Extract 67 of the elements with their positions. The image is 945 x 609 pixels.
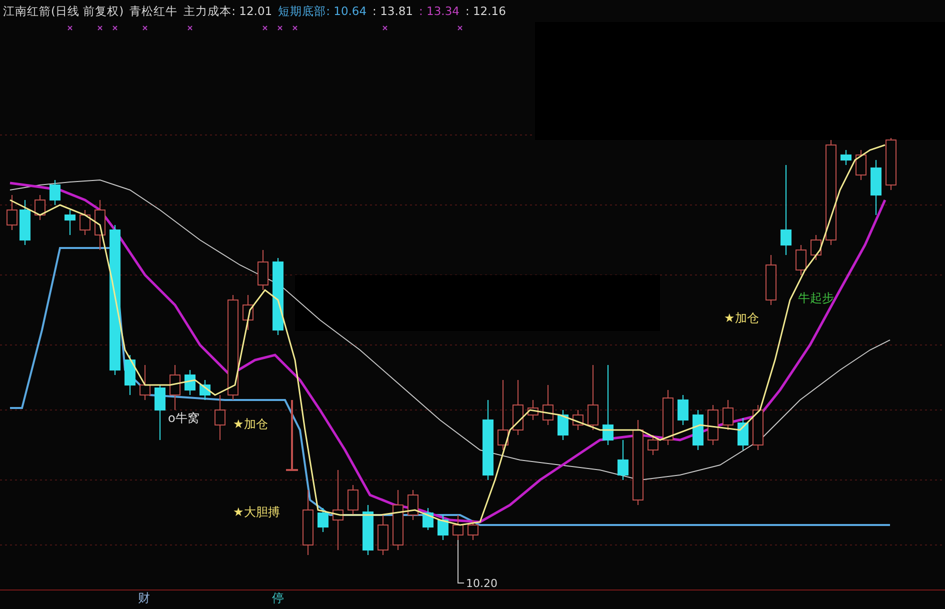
candlestick bbox=[378, 514, 388, 556]
candlestick bbox=[258, 250, 268, 290]
candlestick bbox=[752, 404, 764, 450]
candlestick bbox=[392, 490, 404, 550]
candlestick bbox=[154, 384, 166, 440]
candlestick bbox=[50, 180, 60, 206]
stock-title: 江南红箭(日线 前复权) bbox=[3, 4, 124, 18]
indicator-value: 主力成本: 12.01 bbox=[184, 4, 272, 18]
candlestick bbox=[140, 364, 150, 400]
leader-line bbox=[458, 540, 464, 584]
candlestick bbox=[214, 394, 226, 440]
candlestick bbox=[678, 394, 688, 426]
candlestick bbox=[302, 490, 314, 556]
signal-label: ★加仓 bbox=[724, 311, 759, 325]
signal-label: ★大胆搏 bbox=[233, 505, 280, 519]
signal-label: ★加仓 bbox=[233, 417, 268, 431]
low-price-label: 10.20 bbox=[466, 577, 498, 590]
candlestick bbox=[438, 514, 448, 540]
candlestick bbox=[870, 160, 882, 216]
candlestick bbox=[512, 380, 524, 436]
candlestick bbox=[285, 399, 299, 471]
candlestick bbox=[856, 150, 866, 180]
candlestick bbox=[498, 380, 508, 450]
axis-label: 停 bbox=[272, 591, 284, 605]
candlestick bbox=[588, 364, 598, 430]
candlestick bbox=[528, 400, 538, 420]
candlestick bbox=[648, 434, 658, 456]
candlestick bbox=[810, 234, 822, 260]
candlestick bbox=[722, 400, 734, 430]
candlestick bbox=[348, 484, 358, 516]
candlestick bbox=[618, 440, 628, 480]
candlestick bbox=[886, 138, 896, 190]
candlestick bbox=[452, 514, 464, 540]
indicator-value: : 13.81 bbox=[372, 4, 413, 18]
signal-label: o牛窝 bbox=[168, 411, 200, 425]
candlestick bbox=[94, 200, 106, 250]
candlestick bbox=[20, 200, 30, 246]
candlestick bbox=[738, 418, 748, 450]
candlestick bbox=[796, 244, 806, 276]
candlestick bbox=[572, 410, 584, 430]
candlestick bbox=[422, 508, 434, 530]
candlestick bbox=[542, 384, 554, 426]
indicator-value: : 13.34 bbox=[419, 4, 460, 18]
candlestick bbox=[80, 210, 90, 236]
candlestick bbox=[6, 194, 18, 230]
candlestick bbox=[662, 390, 674, 446]
candlestick bbox=[200, 380, 210, 400]
candlestick bbox=[708, 404, 718, 446]
candlestick bbox=[558, 410, 568, 440]
candlestick bbox=[468, 520, 478, 540]
candlestick bbox=[184, 370, 196, 396]
candlestick bbox=[840, 150, 852, 166]
candlestick bbox=[362, 504, 374, 556]
signal-label: 牛起步 bbox=[798, 291, 834, 305]
candlestick bbox=[408, 490, 418, 520]
candlestick bbox=[34, 194, 46, 220]
candlestick bbox=[318, 508, 328, 532]
candlestick bbox=[766, 254, 776, 306]
indicator-value: 短期底部: 10.64 bbox=[278, 4, 367, 18]
indicator-value: : 12.16 bbox=[465, 4, 506, 18]
axis-label: 财 bbox=[138, 591, 150, 605]
candlestick bbox=[242, 294, 254, 330]
candlestick bbox=[170, 364, 180, 410]
candlestick bbox=[124, 354, 136, 396]
candlestick bbox=[692, 410, 704, 450]
indicator-name: 青松红牛 bbox=[130, 4, 178, 18]
candlestick bbox=[64, 210, 76, 236]
